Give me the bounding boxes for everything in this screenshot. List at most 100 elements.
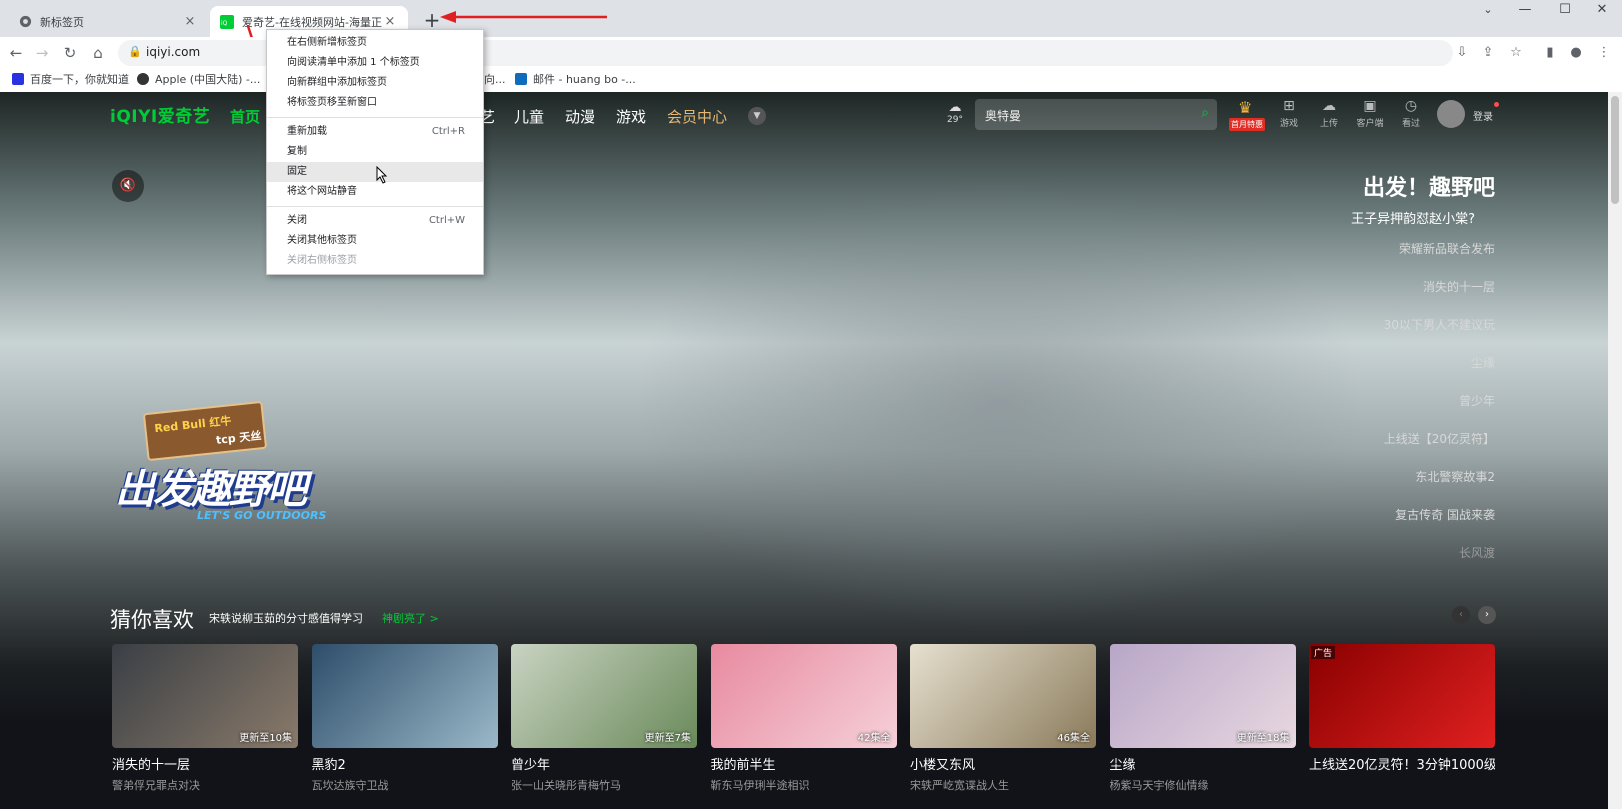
video-thumbnail[interactable]: 更新至18集	[1109, 644, 1296, 748]
search-query[interactable]: 奥特曼	[985, 107, 1021, 124]
bookmark-item[interactable]: Apple (中国大陆) -...	[137, 71, 260, 87]
download-icon: ▣	[1363, 98, 1377, 114]
nav-anime[interactable]: 动漫	[565, 106, 595, 127]
nav-kids[interactable]: 儿童	[514, 106, 544, 127]
menu-item-close[interactable]: 关闭 Ctrl+W	[267, 211, 483, 231]
tab-new-tab[interactable]: 新标签页 ×	[8, 6, 208, 37]
search-input[interactable]: 奥特曼 ⌕	[975, 99, 1217, 130]
nav-vip-center[interactable]: 会员中心	[667, 106, 727, 127]
nav-home[interactable]: 首页	[230, 106, 260, 127]
hero-list-item[interactable]: 尘缘	[1255, 354, 1495, 392]
menu-item-move-to-new-window[interactable]: 将标签页移至新窗口	[267, 93, 483, 113]
nav-more-chevron-icon[interactable]: ▼	[748, 107, 766, 125]
prev-arrow-icon[interactable]: ‹	[1452, 606, 1470, 624]
vip-crown-icon: ♛	[1238, 98, 1253, 117]
video-card[interactable]: 更新至18集 尘缘 杨紫马天宇修仙情缘	[1109, 644, 1296, 793]
notification-dot	[1494, 102, 1499, 107]
video-thumbnail[interactable]: 更新至7集	[511, 644, 697, 748]
video-thumbnail[interactable]: 42集全	[710, 644, 897, 748]
iqiyi-page: iQIYI爱奇艺 首页 艺 儿童 动漫 游戏 会员中心 ▼ ☁ 29° 奥特曼 …	[0, 92, 1608, 809]
install-app-icon[interactable]: ⇩	[1452, 43, 1472, 63]
episode-badge: 更新至18集	[1236, 733, 1290, 744]
video-card[interactable]: 黑豹2 瓦坎达族守卫战	[311, 644, 498, 793]
video-title[interactable]: 尘缘	[1110, 754, 1296, 773]
bookmark-item[interactable]: 百度一下，你就知道	[12, 71, 129, 87]
video-thumbnail[interactable]: 更新至10集	[112, 644, 298, 748]
iqiyi-logo[interactable]: iQIYI爱奇艺	[110, 102, 210, 127]
side-panel-icon[interactable]: ▮	[1540, 43, 1560, 63]
weather-widget[interactable]: ☁ 29°	[942, 100, 968, 125]
video-title[interactable]: 黑豹2	[312, 754, 498, 773]
maximize-button[interactable]: ☐	[1545, 0, 1585, 20]
login-link[interactable]: 登录	[1473, 108, 1493, 123]
reload-button[interactable]: ↻	[58, 41, 82, 65]
video-title[interactable]: 我的前半生	[711, 754, 897, 773]
hero-list-item[interactable]: 上线送【20亿灵符】	[1255, 430, 1495, 468]
vip-promo-badge[interactable]: 首月特惠	[1229, 118, 1265, 131]
avatar[interactable]	[1437, 100, 1465, 128]
video-card[interactable]: 广告上线送20亿灵符！3分钟1000级!	[1309, 644, 1495, 777]
search-icon[interactable]: ⌕	[1201, 105, 1209, 121]
mouse-cursor-icon	[376, 166, 388, 184]
hero-list-item[interactable]: 曾少年	[1255, 392, 1495, 430]
hero-subtitle[interactable]: 王子异押韵怼赵小棠?	[1351, 208, 1475, 227]
back-button[interactable]: ←	[4, 41, 28, 65]
bookmark-star-icon[interactable]: ☆	[1506, 43, 1526, 63]
hero-title[interactable]: 出发！趣野吧	[1363, 170, 1495, 202]
video-thumbnail[interactable]: 广告	[1309, 644, 1495, 748]
video-card[interactable]: 更新至10集 消失的十一层 警弟俘兄罪点对决	[112, 644, 298, 793]
menu-icon[interactable]: ⋮	[1594, 43, 1614, 63]
menu-item-close-others[interactable]: 关闭其他标签页	[267, 231, 483, 251]
hero-list-item[interactable]: 30以下男人不建议玩	[1255, 316, 1495, 354]
show-logo: Red Bull 红牛 tcp 天丝 出发趣野吧 LET'S GO OUTDOO…	[115, 400, 390, 547]
minimize-button[interactable]: —	[1505, 0, 1545, 20]
address-url[interactable]: iqiyi.com	[146, 45, 200, 59]
hero-list-item[interactable]: 消失的十一层	[1255, 278, 1495, 316]
menu-item-pin[interactable]: 固定	[267, 162, 483, 182]
video-card[interactable]: 42集全 我的前半生 靳东马伊琍半途相识	[710, 644, 897, 793]
hero-list-item[interactable]: 荣耀新品联合发布	[1255, 240, 1495, 278]
menu-item-new-tab-right[interactable]: 在右侧新增标签页	[267, 33, 483, 53]
menu-item-add-to-reading-list[interactable]: 向阅读清单中添加 1 个标签页	[267, 53, 483, 73]
video-thumbnail[interactable]	[311, 644, 498, 748]
video-card[interactable]: 46集全小楼又东风宋轶严屹宽谍战人生	[910, 644, 1096, 793]
bookmark-item[interactable]: 向...	[484, 71, 506, 87]
video-thumbnail[interactable]: 46集全	[910, 644, 1096, 748]
forward-button[interactable]: →	[30, 41, 54, 65]
header-history-button[interactable]: ◷ 看过	[1394, 98, 1428, 129]
page-scrollbar[interactable]	[1608, 92, 1622, 809]
scrollbar-thumb[interactable]	[1611, 96, 1619, 204]
video-card[interactable]: 更新至7集曾少年张一山关晓彤青梅竹马	[511, 644, 697, 793]
menu-item-duplicate[interactable]: 复制	[267, 142, 483, 162]
hero-list-item[interactable]: 复古传奇 国战来袭	[1255, 506, 1495, 544]
share-icon[interactable]: ⇪	[1478, 43, 1498, 63]
video-title[interactable]: 消失的十一层	[112, 754, 298, 773]
video-title[interactable]: 曾少年	[511, 754, 697, 773]
section-link[interactable]: 神剧亮了 >	[382, 610, 439, 626]
video-title[interactable]: 小楼又东风	[910, 754, 1096, 773]
section-subtitle[interactable]: 宋轶说柳玉茹的分寸感值得学习	[209, 610, 363, 626]
video-title[interactable]: 上线送20亿灵符！3分钟1000级!	[1309, 754, 1495, 773]
hero-list-item[interactable]: 东北警察故事2	[1255, 468, 1495, 506]
video-description: 张一山关晓彤青梅竹马	[511, 779, 621, 792]
hero-list-item[interactable]: 长风渡	[1255, 544, 1495, 582]
header-client-button[interactable]: ▣ 客户端	[1353, 98, 1387, 129]
header-games-button[interactable]: ⊞ 游戏	[1272, 98, 1306, 129]
mute-button[interactable]: 🔇	[112, 170, 144, 202]
menu-item-reload[interactable]: 重新加载 Ctrl+R	[267, 122, 483, 142]
nav-games[interactable]: 游戏	[616, 106, 646, 127]
profile-icon[interactable]: ●	[1566, 43, 1586, 63]
menu-item-close-right[interactable]: 关闭右侧标签页	[267, 251, 483, 271]
menu-item-mute-site[interactable]: 将这个网站静音	[267, 182, 483, 202]
tab-close-icon[interactable]: ×	[382, 14, 398, 29]
close-window-button[interactable]: ✕	[1582, 0, 1622, 20]
home-button[interactable]: ⌂	[86, 41, 110, 65]
tab-search-button[interactable]: ⌄	[1468, 0, 1508, 20]
episode-badge: 更新至10集	[239, 733, 292, 744]
tab-close-icon[interactable]: ×	[182, 14, 198, 29]
next-arrow-icon[interactable]: ›	[1478, 606, 1496, 624]
bookmark-item[interactable]: 邮件 - huang bo -...	[515, 71, 636, 87]
header-upload-button[interactable]: ☁ 上传	[1312, 98, 1346, 129]
menu-item-add-to-new-group[interactable]: 向新群组中添加标签页	[267, 73, 483, 93]
video-description: 宋轶严屹宽谍战人生	[910, 779, 1009, 792]
